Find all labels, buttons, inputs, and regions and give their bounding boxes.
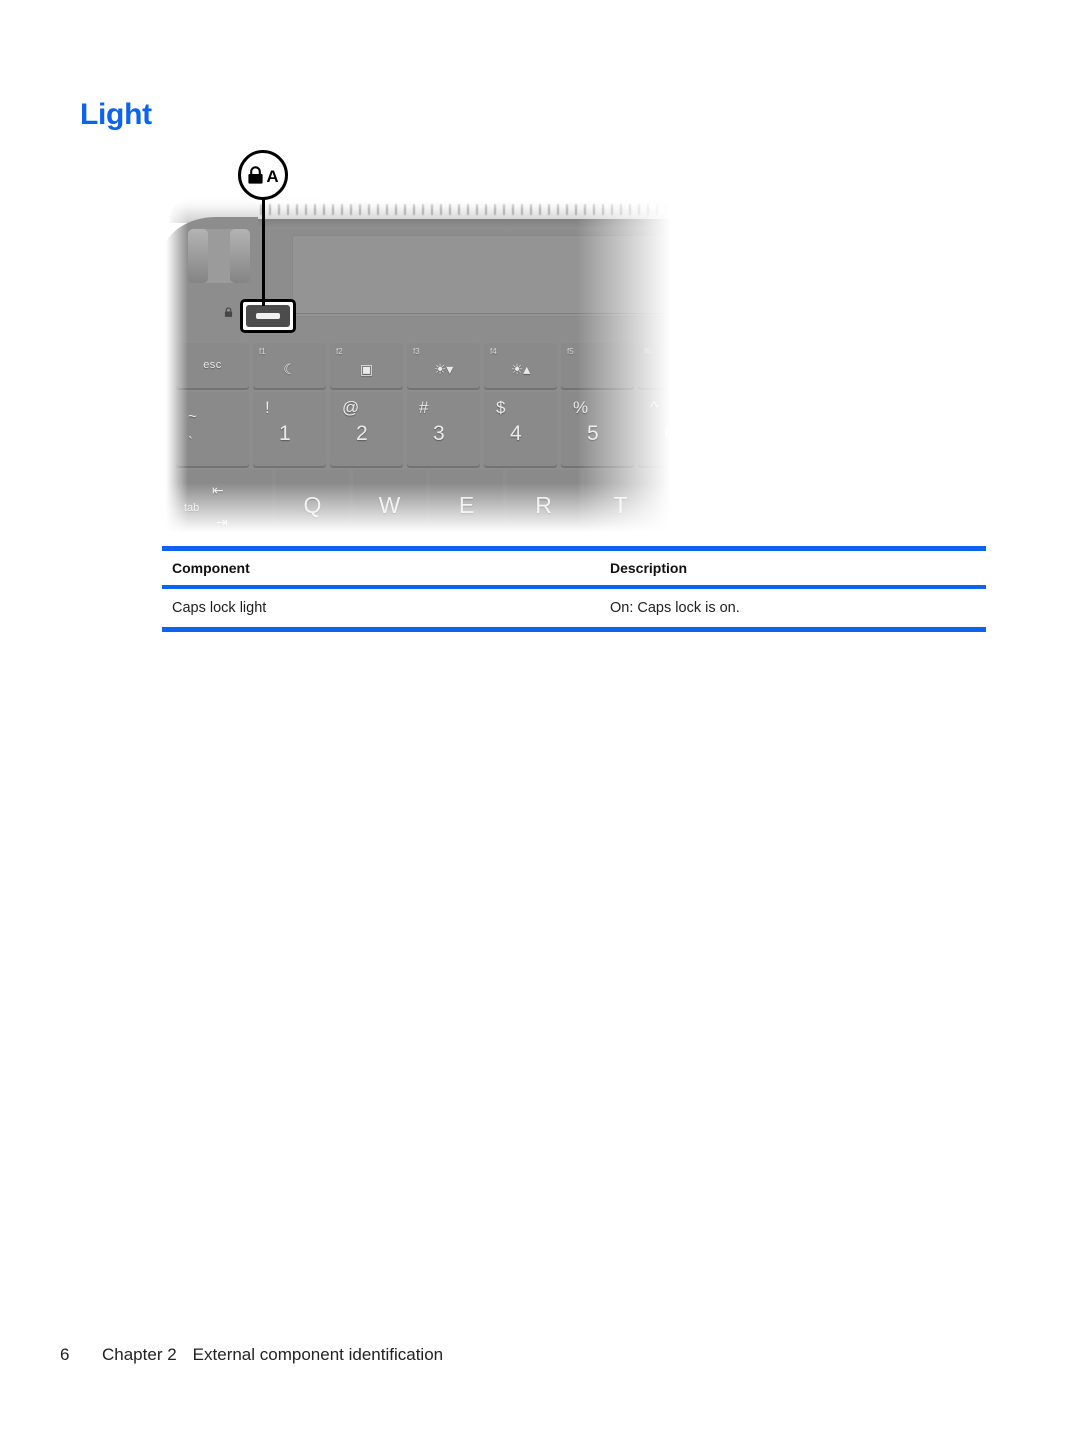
key-5-upper: % bbox=[573, 398, 589, 417]
tab-forward-arrow-icon: ⇥ bbox=[216, 514, 228, 530]
hinge-cap-left bbox=[188, 229, 208, 283]
key-f6-fnum: f6 bbox=[644, 347, 651, 356]
key-4: $ 4 bbox=[484, 392, 557, 466]
key-f4-fnum: f4 bbox=[490, 347, 497, 356]
key-esc-label: esc bbox=[203, 359, 222, 371]
tab-back-arrow-icon: ⇤ bbox=[212, 482, 224, 498]
panel-divider bbox=[292, 313, 707, 314]
key-3: # 3 bbox=[407, 392, 480, 466]
key-4-lower: 4 bbox=[510, 422, 522, 445]
brightness-down-icon: ☀▾ bbox=[433, 361, 454, 377]
padlock-icon bbox=[248, 165, 263, 184]
page-footer: 6 Chapter 2 External component identific… bbox=[60, 1345, 443, 1365]
key-5-lower: 5 bbox=[587, 422, 599, 445]
key-f3: f3 ☀▾ bbox=[407, 343, 480, 388]
footer-chapter-title: External component identification bbox=[192, 1345, 444, 1364]
key-2: @ 2 bbox=[330, 392, 403, 466]
key-f1: f1 ☾ bbox=[253, 343, 326, 388]
table-header-row: Component Description bbox=[162, 551, 986, 585]
speaker-panel bbox=[292, 235, 707, 317]
caps-lock-print-icon bbox=[224, 307, 233, 317]
footer-chapter: Chapter 2 bbox=[102, 1345, 177, 1364]
key-q: Q bbox=[276, 470, 349, 543]
key-e: E bbox=[430, 470, 503, 543]
keyboard-photo: esc f1 ☾ f2 ▣ f3 ☀▾ f4 ☀▴ f5 f6 ■ ~ ` ! … bbox=[162, 195, 707, 543]
caps-lock-led-glow bbox=[256, 313, 280, 319]
table-rule-bottom bbox=[162, 627, 986, 632]
key-tab: tab ⇤ ⇥ bbox=[176, 470, 272, 543]
table-header-component: Component bbox=[172, 560, 250, 576]
key-r: R bbox=[507, 470, 580, 543]
caps-lock-light bbox=[246, 305, 290, 327]
key-tilde-upper: ~ bbox=[188, 408, 197, 425]
keyboard-number-row: ~ ` ! 1 @ 2 # 3 $ 4 % 5 ^ 6 bbox=[176, 392, 707, 466]
keyboard-function-row: esc f1 ☾ f2 ▣ f3 ☀▾ f4 ☀▴ f5 f6 ■ bbox=[176, 343, 707, 388]
key-t-label: T bbox=[613, 492, 628, 518]
display-switch-icon: ▣ bbox=[359, 361, 374, 377]
key-f1-fnum: f1 bbox=[259, 347, 266, 356]
table-cell-description: On: Caps lock is on. bbox=[610, 600, 740, 616]
key-6: ^ 6 bbox=[638, 392, 707, 466]
key-6-upper: ^ bbox=[650, 398, 658, 417]
key-f3-fnum: f3 bbox=[413, 347, 420, 356]
key-q-label: Q bbox=[303, 492, 322, 518]
key-tilde-lower: ` bbox=[188, 434, 193, 451]
key-3-lower: 3 bbox=[433, 422, 445, 445]
page-title: Light bbox=[80, 98, 152, 131]
table-cell-component: Caps lock light bbox=[172, 600, 267, 616]
figure-caps-lock-light: A esc f1 ☾ f2 ▣ f3 ☀▾ f4 ☀▴ f5 f6 ■ ~ ` … bbox=[162, 150, 722, 550]
key-1: ! 1 bbox=[253, 392, 326, 466]
key-1-upper: ! bbox=[265, 398, 270, 417]
key-e-label: E bbox=[458, 492, 475, 518]
key-1-lower: 1 bbox=[279, 422, 291, 445]
vent-strip bbox=[258, 201, 707, 219]
hinge-cap-right bbox=[230, 229, 250, 283]
key-tab-label: tab bbox=[184, 502, 200, 514]
key-w: W bbox=[353, 470, 426, 543]
table-header-description: Description bbox=[610, 560, 688, 576]
key-f5: f5 bbox=[561, 343, 634, 388]
component-table: Component Description Caps lock light On… bbox=[162, 546, 986, 632]
caps-lock-light-highlight bbox=[240, 299, 296, 333]
callout-leader-line bbox=[262, 198, 265, 306]
callout-letter-a: A bbox=[266, 166, 279, 186]
key-4-upper: $ bbox=[496, 398, 506, 417]
key-3-upper: # bbox=[419, 398, 429, 417]
key-f2-fnum: f2 bbox=[336, 347, 343, 356]
table-row: Caps lock light On: Caps lock is on. bbox=[162, 589, 986, 627]
key-f4: f4 ☀▴ bbox=[484, 343, 557, 388]
key-esc: esc bbox=[176, 343, 249, 388]
key-2-lower: 2 bbox=[356, 422, 368, 445]
keyboard-letter-row: tab ⇤ ⇥ Q W E R T bbox=[176, 470, 657, 543]
brightness-up-icon: ☀▴ bbox=[510, 361, 531, 377]
key-f5-fnum: f5 bbox=[567, 347, 574, 356]
key-5: % 5 bbox=[561, 392, 634, 466]
document-page: Light A esc f1 ☾ f2 ▣ f3 ☀▾ f4 ☀▴ f5 f6 … bbox=[0, 0, 1080, 1437]
key-f2: f2 ▣ bbox=[330, 343, 403, 388]
lock-icon: ■ bbox=[670, 361, 679, 377]
key-f6: f6 ■ bbox=[638, 343, 707, 388]
callout-caps-lock-icon: A bbox=[238, 150, 288, 200]
key-r-label: R bbox=[535, 492, 552, 518]
key-2-upper: @ bbox=[342, 398, 360, 417]
key-t: T bbox=[584, 470, 657, 543]
key-tilde: ~ ` bbox=[176, 392, 249, 466]
sleep-icon: ☾ bbox=[283, 361, 296, 377]
key-w-label: W bbox=[378, 492, 401, 518]
vent-ticks bbox=[260, 204, 707, 215]
footer-page-number: 6 bbox=[60, 1345, 70, 1364]
key-6-lower: 6 bbox=[664, 422, 676, 445]
